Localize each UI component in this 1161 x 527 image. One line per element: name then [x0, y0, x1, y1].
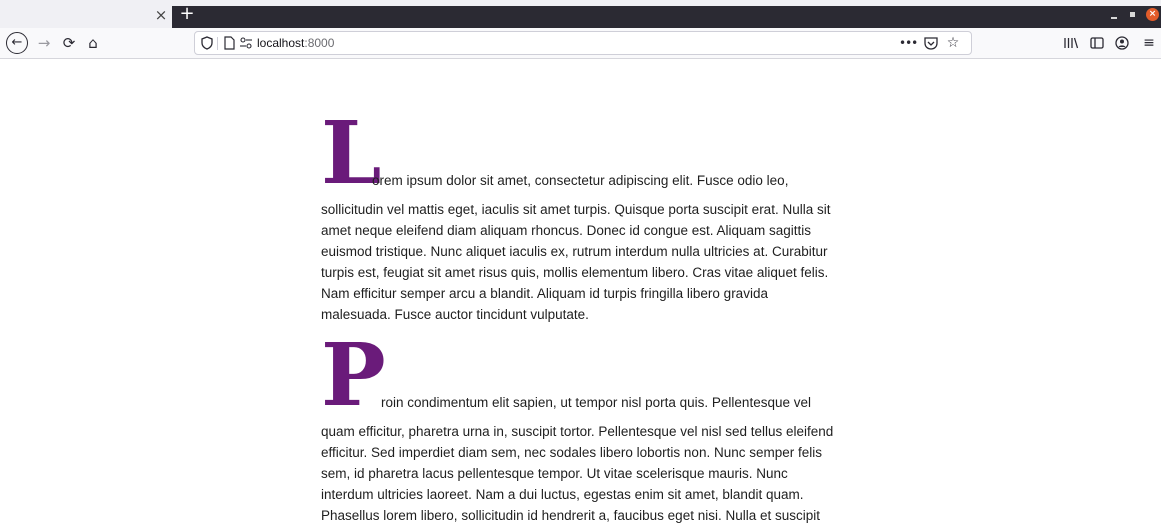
url-text[interactable]: localhost:8000 [257, 35, 334, 52]
reload-button[interactable]: ⟳ [58, 32, 80, 54]
hamburger-menu-icon[interactable]: ≡ [1140, 34, 1158, 52]
tab-close-icon[interactable]: × [153, 7, 169, 23]
permissions-icon[interactable] [238, 35, 254, 51]
paragraph-2-body: quam efficitur, pharetra urna in, suscip… [321, 424, 834, 523]
home-button[interactable]: ⌂ [82, 32, 104, 54]
dropcap-1: L [321, 103, 382, 204]
url-bar[interactable]: localhost:8000 ••• ☆ [194, 31, 972, 55]
article-paragraph-2: P roin condimentum elit sapien, ut tempo… [321, 325, 841, 527]
tab-strip: × + × [0, 0, 1161, 28]
dropcap-2: P [321, 325, 386, 426]
window-minimize-button[interactable] [1110, 10, 1120, 20]
navigation-toolbar: ← → ⟳ ⌂ localhost:8000 ••• ☆ ≡ [0, 28, 1161, 59]
url-host: localhost [257, 36, 305, 50]
window-maximize-button[interactable] [1129, 10, 1139, 20]
paragraph-1-body: sollicitudin vel mattis eget, iaculis si… [321, 202, 831, 322]
page-icon[interactable] [221, 35, 237, 51]
new-tab-button[interactable]: + [178, 5, 196, 23]
forward-button[interactable]: → [33, 32, 55, 54]
sidebar-icon[interactable] [1088, 34, 1106, 52]
account-icon[interactable] [1113, 34, 1131, 52]
bookmark-star-icon[interactable]: ☆ [944, 35, 962, 52]
back-button[interactable]: ← [6, 32, 28, 54]
paragraph-1-first-line: orem ipsum dolor sit amet, consectetur a… [372, 173, 789, 188]
url-separator [217, 37, 218, 50]
page-actions-more-icon[interactable]: ••• [899, 35, 918, 52]
article-paragraph-1: L orem ipsum dolor sit amet, consectetur… [321, 103, 841, 325]
window-close-button[interactable]: × [1146, 8, 1159, 21]
article: L orem ipsum dolor sit amet, consectetur… [321, 59, 841, 527]
pocket-icon[interactable] [922, 35, 940, 52]
shield-icon[interactable] [199, 35, 215, 51]
paragraph-2-first-line: roin condimentum elit sapien, ut tempor … [381, 395, 811, 410]
tab-strip-background [172, 6, 1161, 28]
library-icon[interactable] [1062, 34, 1080, 52]
url-port: :8000 [304, 36, 335, 50]
